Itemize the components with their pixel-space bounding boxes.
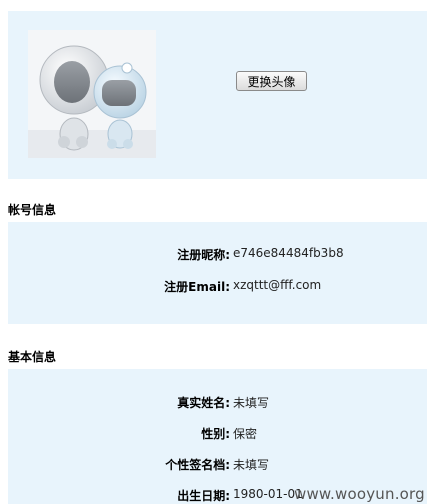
- change-avatar-button[interactable]: 更换头像: [236, 71, 307, 91]
- nickname-value: e746e84484fb3b8: [233, 246, 344, 260]
- gender-value: 保密: [233, 427, 258, 441]
- avatar-panel: 更换头像: [8, 11, 427, 179]
- nickname-label: 注册昵称:: [177, 248, 230, 262]
- watermark: www.wooyun.org: [294, 485, 425, 503]
- signature-value: 未填写: [233, 458, 270, 472]
- gender-label: 性别:: [201, 427, 230, 441]
- signature-label: 个性签名档:: [165, 458, 230, 472]
- email-label: 注册Email:: [164, 280, 230, 294]
- email-value: xzqttt@fff.com: [233, 278, 322, 292]
- basic-info-panel: 真实姓名: 未填写 性别: 保密 个性签名档: 未填写 出生日期: 1980-0…: [8, 369, 427, 504]
- birthday-value: 1980-01-01: [233, 487, 303, 501]
- robot-mascot-image: [28, 45, 156, 158]
- avatar: [28, 30, 156, 158]
- real-name-value: 未填写: [233, 396, 270, 410]
- basic-section-title: 基本信息: [8, 350, 57, 364]
- real-name-label: 真实姓名:: [177, 396, 230, 410]
- birthday-label: 出生日期:: [177, 489, 230, 503]
- account-info-panel: 注册昵称: e746e84484fb3b8 注册Email: xzqttt@ff…: [8, 222, 427, 324]
- account-section-title: 帐号信息: [8, 203, 57, 217]
